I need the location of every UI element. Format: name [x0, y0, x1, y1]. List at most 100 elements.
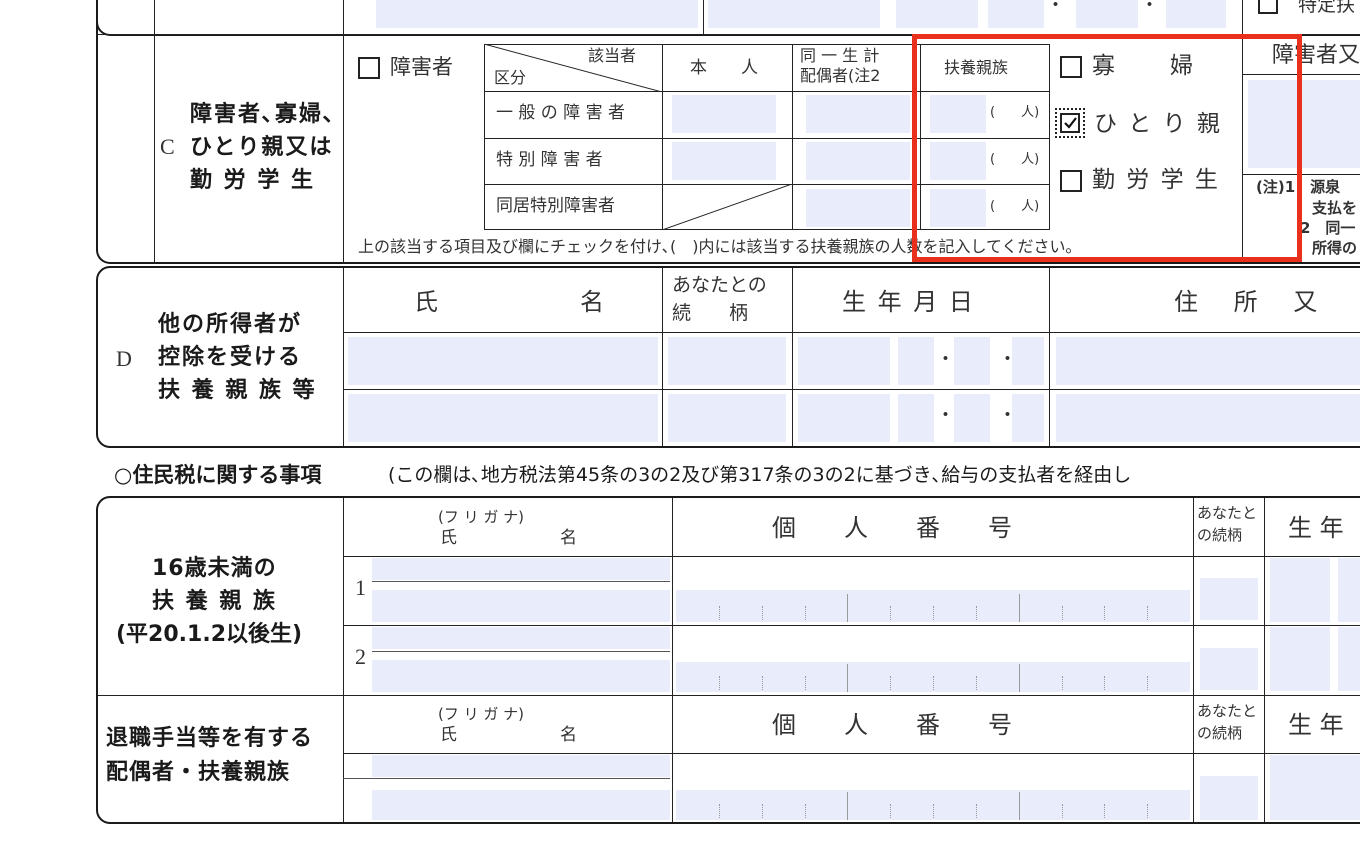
under16-row2-birth[interactable] — [1270, 627, 1330, 691]
note-4: 所得の — [1312, 239, 1358, 257]
mynumber-digit-divider — [805, 606, 806, 620]
under16-row2-birth-2[interactable] — [1338, 627, 1360, 691]
section-c-letter: C — [160, 134, 175, 159]
section-c-title-3: 勤 労 学 生 — [190, 168, 315, 193]
under16-row2-furigana[interactable] — [372, 627, 670, 649]
mynumber-digit-divider — [1062, 606, 1063, 620]
retirement-name-field[interactable] — [372, 790, 670, 820]
mynumber-group-divider — [847, 594, 848, 622]
row-general-disabled: 一 般 の 障 害 者 — [496, 103, 626, 123]
disabled-checkbox[interactable] — [358, 57, 380, 79]
under16-row1-birth[interactable] — [1270, 558, 1330, 622]
mynumber-digit-divider — [805, 804, 806, 818]
d-col-name-2: 名 — [580, 288, 604, 316]
spouse-general-field[interactable] — [806, 95, 910, 133]
mynumber-digit-divider — [976, 606, 977, 620]
retirement-birth-field[interactable] — [1270, 755, 1360, 820]
under16-row2-relation[interactable] — [1200, 648, 1258, 690]
note-3: 2 同一 — [1300, 219, 1356, 237]
retirement-furigana-field[interactable] — [372, 755, 670, 777]
section-c-title-2: ひとり親又は — [190, 135, 334, 160]
d-col-name-1: 氏 — [414, 288, 438, 316]
mynumber-digit-divider — [805, 676, 806, 690]
mynumber-digit-divider — [1062, 804, 1063, 818]
mynumber-digit-divider — [719, 804, 720, 818]
d-row1-year[interactable] — [898, 337, 934, 385]
d-col-address: 住 所 又 — [1174, 288, 1332, 316]
date-dot: ・ — [936, 348, 956, 370]
mynumber-digit-divider — [719, 676, 720, 690]
d-row1-era[interactable] — [798, 337, 890, 385]
mynumber-group-divider — [1019, 664, 1020, 692]
under16-row1-name[interactable] — [372, 590, 670, 622]
mynumber-digit-divider — [1104, 606, 1105, 620]
under16-row2-name[interactable] — [372, 660, 670, 692]
mynumber-group-divider — [847, 664, 848, 692]
spouse-special-field[interactable] — [806, 142, 910, 180]
mynumber-digit-divider — [890, 606, 891, 620]
section-d-title-3: 扶 養 親 族 等 — [158, 378, 317, 403]
retirement-col-birth: 生 年 — [1288, 711, 1344, 739]
mynumber-digit-divider — [719, 606, 720, 620]
section-d-letter: D — [116, 346, 132, 371]
d-row1-name[interactable] — [348, 337, 658, 385]
d-row2-era[interactable] — [798, 394, 890, 442]
date-dot: ・ — [1140, 0, 1160, 16]
resident-tax-subheading: (この欄は､地方税法第45条の3の2及び第317条の3の2に基づき､給与の支払者… — [388, 464, 1132, 486]
under16-furigana: (フ リ ガ ナ) — [438, 508, 525, 526]
section-d-title-1: 他の所得者が — [158, 312, 303, 337]
under16-col-mynumber: 個 人 番 号 — [772, 514, 1012, 542]
mynumber-digit-divider — [976, 804, 977, 818]
under16-col-birth: 生 年 — [1288, 514, 1344, 542]
under16-row1-relation[interactable] — [1200, 578, 1258, 620]
retirement-title-1: 退職手当等を有する — [106, 726, 314, 751]
self-special-field[interactable] — [672, 142, 776, 180]
mynumber-digit-divider — [1147, 676, 1148, 690]
highlight-box — [912, 34, 1302, 262]
mynumber-digit-divider — [1104, 676, 1105, 690]
col-spouse-2: 配偶者(注2 — [800, 66, 881, 85]
d-row2-day[interactable] — [1012, 394, 1044, 442]
spouse-cohabiting-field[interactable] — [806, 189, 910, 227]
d-row2-address[interactable] — [1056, 394, 1360, 442]
date-dot: ・ — [1046, 0, 1066, 16]
d-row1-address[interactable] — [1056, 337, 1360, 385]
retirement-relation-field[interactable] — [1200, 776, 1258, 820]
under16-row1-birth-2[interactable] — [1338, 558, 1360, 622]
under16-row1-furigana[interactable] — [372, 558, 670, 580]
under16-row1-number: 1 — [355, 575, 366, 600]
mynumber-group-divider — [1019, 792, 1020, 820]
specific-dependent-checkbox[interactable] — [1258, 0, 1278, 14]
d-row2-year[interactable] — [898, 394, 934, 442]
row-special-disabled: 特 別 障 害 者 — [496, 150, 603, 170]
row3-diagonal — [662, 184, 792, 230]
d-row1-day[interactable] — [1012, 337, 1044, 385]
row-cohabiting-disabled: 同居特別障害者 — [496, 196, 615, 216]
mynumber-digit-divider — [762, 804, 763, 818]
d-row2-relation[interactable] — [668, 394, 786, 442]
under16-title-2: 扶 養 親 族 — [152, 589, 277, 614]
under16-col-relation-1: あなたと — [1197, 504, 1258, 522]
retirement-name-2: 名 — [560, 725, 577, 745]
d-row1-month[interactable] — [954, 337, 990, 385]
note-2: 支払を — [1312, 199, 1358, 217]
retirement-col-relation-1: あなたと — [1197, 702, 1258, 720]
d-row2-name[interactable] — [348, 394, 658, 442]
section-c-title-1: 障害者､寡婦､ — [190, 102, 337, 127]
mynumber-digit-divider — [933, 804, 934, 818]
under16-name-1: 氏 — [440, 528, 457, 548]
under16-row2-number: 2 — [355, 644, 366, 669]
retirement-title-2: 配偶者・扶養親族 — [106, 760, 291, 785]
retirement-furigana: (フ リ ガ ナ) — [438, 705, 525, 723]
mynumber-digit-divider — [890, 804, 891, 818]
mynumber-digit-divider — [762, 606, 763, 620]
under16-col-relation-2: の続柄 — [1197, 526, 1243, 544]
mynumber-digit-divider — [933, 676, 934, 690]
mynumber-digit-divider — [1062, 676, 1063, 690]
d-row1-relation[interactable] — [668, 337, 786, 385]
section-d-title-2: 控除を受ける — [158, 345, 303, 370]
disabled-checkbox-label: 障害者 — [390, 55, 453, 79]
d-row2-month[interactable] — [954, 394, 990, 442]
retirement-name-1: 氏 — [440, 725, 457, 745]
self-general-field[interactable] — [672, 95, 776, 133]
